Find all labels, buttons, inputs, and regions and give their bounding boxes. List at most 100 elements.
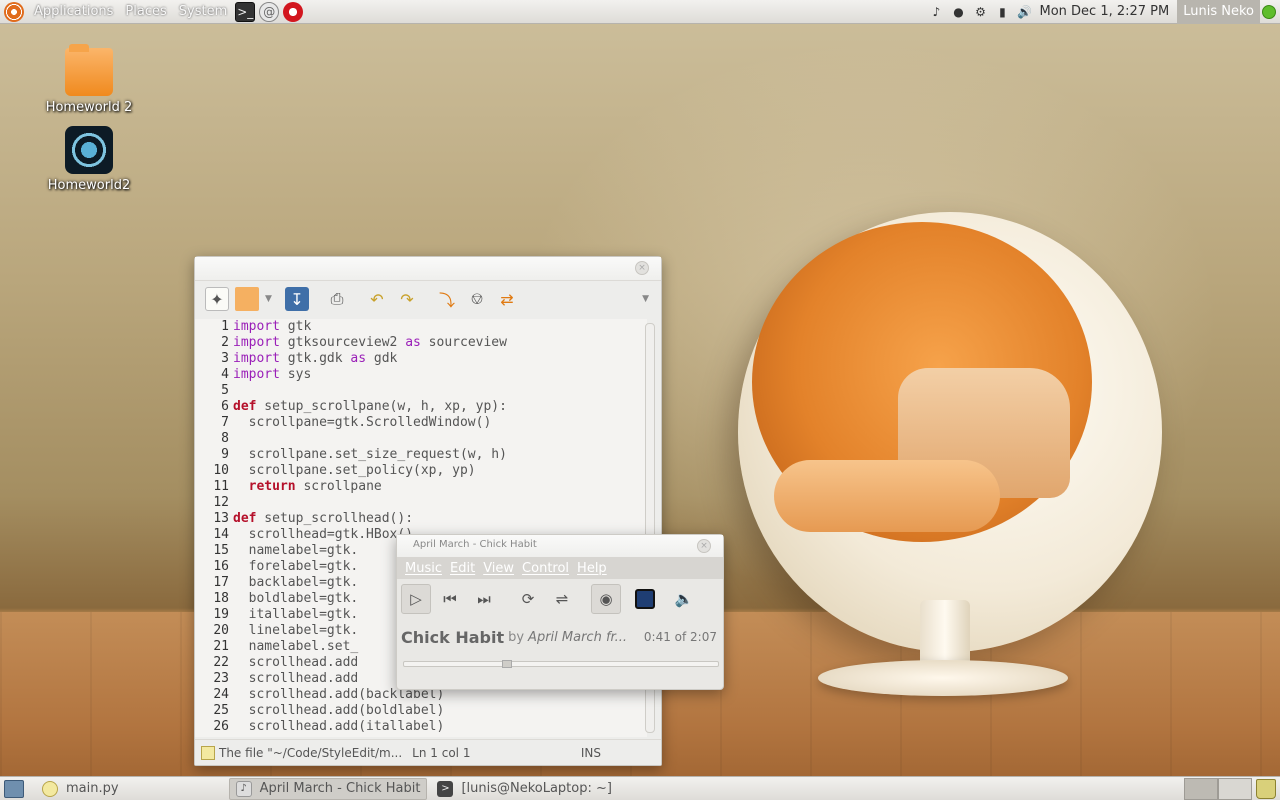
menu-system[interactable]: System: [173, 4, 233, 19]
visualizer-icon[interactable]: [635, 589, 655, 609]
line-number: 3: [221, 351, 229, 366]
menu-control[interactable]: Control: [518, 561, 573, 576]
save-icon[interactable]: ↧: [285, 287, 309, 311]
code-token: gtk: [279, 319, 312, 334]
player-controls: ▷ ⏮ ⏭ ⟳ ⇌ ◉ 🔈: [397, 579, 723, 619]
code-token: scrollhead.add(itallabel): [233, 719, 445, 734]
desktop-icon-homeworld2-launcher[interactable]: Homeworld2: [34, 126, 144, 193]
code-token: import: [233, 319, 280, 334]
volume-icon[interactable]: 🔈: [669, 584, 699, 614]
seek-slider[interactable]: [403, 660, 719, 668]
menu-edit[interactable]: Edit: [446, 561, 479, 576]
new-file-icon[interactable]: ✦: [205, 287, 229, 311]
media-player-tray-icon[interactable]: ♪: [927, 3, 945, 21]
code-line[interactable]: 2 import gtksourceview2 as sourceview: [195, 335, 647, 351]
code-token: scrollpane.set_size_request(w, h): [233, 447, 507, 462]
user-switcher[interactable]: Lunis Neko: [1177, 0, 1260, 24]
song-info-icon[interactable]: ◉: [591, 584, 621, 614]
open-recent-dropdown-icon[interactable]: ▼: [265, 294, 275, 304]
menu-view[interactable]: View: [479, 561, 518, 576]
code-line[interactable]: 4 import sys: [195, 367, 647, 383]
wallpaper-chair-seat: [774, 460, 1000, 532]
taskbar-item-terminal[interactable]: > [lunis@NekoLaptop: ~]: [431, 778, 618, 800]
next-track-icon[interactable]: ⏭: [469, 584, 499, 614]
menu-music[interactable]: Music: [401, 561, 446, 576]
code-line[interactable]: 9 scrollpane.set_size_request(w, h): [195, 447, 647, 463]
line-number: 1: [221, 319, 229, 334]
taskbar-item-music-player[interactable]: ♪ April March - Chick Habit: [228, 777, 428, 800]
code-token: scrollpane.set_policy(xp, yp): [233, 463, 476, 478]
desktop-icon-label: Homeworld2: [47, 178, 131, 193]
line-number: 15: [213, 543, 229, 558]
undo-icon[interactable]: ↶: [365, 287, 389, 311]
code-token: gdk: [366, 351, 398, 366]
top-panel: Applications Places System >_ @ ♪ ● ⚙ ▮ …: [0, 0, 1280, 24]
clock[interactable]: Mon Dec 1, 2:27 PM: [1035, 4, 1177, 19]
menu-help[interactable]: Help: [573, 561, 611, 576]
desktop-icon-homeworld-2-folder[interactable]: Homeworld 2: [34, 44, 144, 115]
find-replace-icon[interactable]: ⇄: [495, 287, 519, 311]
trash-icon[interactable]: [1256, 778, 1276, 799]
code-line[interactable]: 25 scrollhead.add(boldlabel): [195, 703, 647, 719]
jump-icon[interactable]: ⤵: [435, 287, 459, 311]
menu-applications[interactable]: Applications: [28, 4, 119, 19]
user-status-icon[interactable]: [1262, 4, 1276, 19]
status-file-message: The file "~/Code/StyleEdit/m...: [219, 745, 403, 760]
terminal-launcher-icon[interactable]: >_: [235, 1, 256, 22]
volume-icon[interactable]: 🔊: [1015, 3, 1033, 21]
opera-launcher-icon[interactable]: [283, 1, 304, 22]
close-icon[interactable]: ×: [697, 539, 711, 553]
chat-tray-icon[interactable]: ●: [949, 3, 967, 21]
print-icon[interactable]: ⎙: [325, 287, 349, 311]
code-token: namelabel.set_: [233, 639, 359, 654]
workspace-1[interactable]: [1184, 777, 1218, 800]
code-token: itallabel=gtk.: [233, 607, 359, 622]
show-desktop-icon[interactable]: [4, 779, 24, 798]
mail-launcher-icon[interactable]: @: [259, 1, 280, 22]
seek-slider-handle[interactable]: [501, 660, 512, 668]
close-icon[interactable]: ×: [635, 261, 649, 275]
taskbar-item-label: April March - Chick Habit: [259, 781, 421, 796]
code-token: sourceview: [420, 335, 507, 350]
editor-titlebar[interactable]: ×: [195, 257, 661, 281]
toolbar-overflow-icon[interactable]: ▼: [642, 294, 649, 304]
redo-icon[interactable]: ↷: [395, 287, 419, 311]
code-line[interactable]: 12: [195, 495, 647, 511]
open-folder-icon[interactable]: [235, 287, 259, 311]
code-line[interactable]: 8: [195, 431, 647, 447]
code-token: forelabel=gtk.: [233, 559, 359, 574]
play-icon[interactable]: ▷: [401, 584, 431, 614]
code-token: import: [233, 367, 280, 382]
ubuntu-logo-icon[interactable]: [4, 1, 24, 22]
code-token: sys: [279, 367, 312, 382]
line-number: 10: [213, 463, 229, 478]
code-line[interactable]: 3 import gtk.gdk as gdk: [195, 351, 647, 367]
shuffle-icon[interactable]: ⇌: [547, 584, 577, 614]
code-line[interactable]: 10 scrollpane.set_policy(xp, yp): [195, 463, 647, 479]
line-number: 19: [213, 607, 229, 622]
code-line[interactable]: 26 scrollhead.add(itallabel): [195, 719, 647, 735]
code-line[interactable]: 6 def setup_scrollpane(w, h, xp, yp):: [195, 399, 647, 415]
code-token: as: [405, 335, 421, 350]
code-line[interactable]: 5: [195, 383, 647, 399]
player-titlebar[interactable]: April March - Chick Habit ×: [397, 535, 723, 557]
music-player-window: April March - Chick Habit × Music Edit V…: [396, 534, 724, 690]
line-number: 17: [213, 575, 229, 590]
code-line[interactable]: 7 scrollpane=gtk.ScrolledWindow(): [195, 415, 647, 431]
code-token: as: [350, 351, 367, 366]
code-token: boldlabel=gtk.: [233, 591, 359, 606]
workspace-2[interactable]: [1218, 777, 1252, 800]
code-token: import: [233, 335, 280, 350]
code-line[interactable]: 1 import gtk: [195, 319, 647, 335]
taskbar-item-editor[interactable]: main.py: [36, 778, 125, 800]
code-line[interactable]: 11 return scrollpane: [195, 479, 647, 495]
repeat-icon[interactable]: ⟳: [513, 584, 543, 614]
workspace-switcher: [1184, 777, 1252, 800]
code-line[interactable]: 13 def setup_scrollhead():: [195, 511, 647, 527]
terminal-icon: >: [437, 780, 454, 797]
steam-tray-icon[interactable]: ⚙: [971, 3, 989, 21]
previous-track-icon[interactable]: ⏮: [435, 584, 465, 614]
network-signal-icon[interactable]: ▮: [993, 3, 1011, 21]
find-icon[interactable]: ⎊: [465, 287, 489, 311]
menu-places[interactable]: Places: [119, 4, 172, 19]
